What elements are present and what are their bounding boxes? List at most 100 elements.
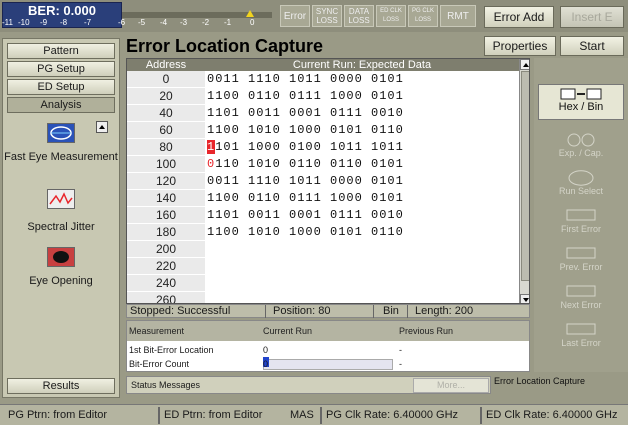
run-select-icon xyxy=(568,170,594,186)
result-label: Error Location Capture xyxy=(494,376,586,386)
ber-scale-tick: -2 xyxy=(202,18,210,27)
table-row: 80 1101 1000 0100 1011 1011 xyxy=(127,139,519,156)
top-status-bar: BER: 0.000 -11 -10 -9 -8 -7 -6 -5 -4 -3 … xyxy=(0,0,628,32)
ber-scale-tick: -6 xyxy=(118,18,126,27)
data-cell[interactable]: 0110 1010 0110 0110 0101 xyxy=(207,156,404,173)
data-cell[interactable]: 1100 0110 0111 1000 0101 xyxy=(207,190,404,207)
eye-opening-label: Eye Opening xyxy=(29,275,93,287)
data-bits: 101 1000 0100 1011 1011 xyxy=(215,140,404,154)
ber-scale-tick: -11 xyxy=(2,18,13,27)
data-cell[interactable]: 1100 1010 1000 0101 0110 xyxy=(207,224,404,241)
ber-value: BER: 0.000 xyxy=(28,3,96,18)
exp-cap-button[interactable]: Exp. / Cap. xyxy=(538,130,624,166)
measurement-current-value: 0 xyxy=(263,359,269,369)
pg-clock-rate: PG Clk Rate: 6.40000 GHz xyxy=(326,409,459,421)
next-error-button[interactable]: Next Error xyxy=(538,282,624,318)
ber-scale-tick: -5 xyxy=(138,18,146,27)
col-measurement: Measurement xyxy=(129,326,185,336)
column-header-current-run: Current Run: Expected Data xyxy=(292,59,432,71)
table-row: 260 xyxy=(127,292,519,303)
measurement-name: Bit-Error Count xyxy=(129,359,190,369)
address-cell: 220 xyxy=(127,258,205,275)
ber-level-marker xyxy=(246,10,254,17)
data-cell[interactable]: 0011 1110 1011 0000 0101 xyxy=(207,71,404,88)
prev-error-button[interactable]: Prev. Error xyxy=(538,244,624,280)
tab-ed-setup[interactable]: ED Setup xyxy=(7,79,115,95)
ed-clk-loss-indicator: ED CLK LOSS xyxy=(376,5,406,27)
table-row: 180 1100 1010 1000 0101 0110 xyxy=(127,224,519,241)
grid-scrollbar[interactable] xyxy=(519,59,529,303)
first-error-button[interactable]: First Error xyxy=(538,206,624,242)
column-header-address: Address xyxy=(145,59,187,71)
ber-scale-tick: -7 xyxy=(84,18,92,27)
position-value: Position: 80 xyxy=(273,305,331,317)
measurement-header: Measurement Current Run Previous Run xyxy=(127,321,529,341)
run-select-label: Run Select xyxy=(558,186,604,196)
table-row: 120 0011 1110 1011 0000 0101 xyxy=(127,173,519,190)
status-divider xyxy=(320,407,322,424)
collapse-button[interactable] xyxy=(96,121,108,133)
ber-scale-tick: 0 xyxy=(250,18,255,27)
address-cell: 140 xyxy=(127,190,205,207)
start-button[interactable]: Start xyxy=(560,36,624,56)
data-cell[interactable]: 1101 0011 0001 0111 0010 xyxy=(207,105,404,122)
status-divider xyxy=(158,407,160,424)
table-row: 20 1100 0110 0111 1000 0101 xyxy=(127,88,519,105)
ber-scale-tick: -9 xyxy=(40,18,48,27)
spectral-jitter-label: Spectral Jitter xyxy=(27,221,95,233)
data-cell[interactable]: 1101 0011 0001 0111 0010 xyxy=(207,207,404,224)
address-cell: 200 xyxy=(127,241,205,258)
insert-e-button[interactable]: Insert E xyxy=(560,6,624,28)
table-row: 60 1100 1010 1000 0101 0110 xyxy=(127,122,519,139)
spectral-jitter-icon xyxy=(47,189,75,209)
tab-analysis[interactable]: Analysis xyxy=(7,97,115,113)
data-cell[interactable]: 1101 1000 0100 1011 1011 xyxy=(207,139,404,156)
status-divider xyxy=(373,305,374,318)
tab-pg-setup[interactable]: PG Setup xyxy=(7,61,115,77)
first-error-icon xyxy=(566,209,596,221)
capture-status-row: Stopped: Successful Position: 80 Bin Len… xyxy=(126,304,530,318)
address-cell: 40 xyxy=(127,105,205,122)
error-add-button[interactable]: Error Add xyxy=(484,6,554,28)
col-previous-run: Previous Run xyxy=(399,326,454,336)
run-select-button[interactable]: Run Select xyxy=(538,168,624,204)
tab-pattern[interactable]: Pattern xyxy=(7,43,115,59)
prev-error-icon xyxy=(566,247,596,259)
rmt-indicator: RMT xyxy=(440,5,476,27)
error-bit: 0 xyxy=(207,157,216,171)
hex-bin-icon xyxy=(560,88,602,100)
scroll-down-button[interactable] xyxy=(520,294,529,303)
last-error-label: Last Error xyxy=(561,338,601,348)
more-button[interactable]: More... xyxy=(413,378,489,393)
ber-scale-tick: -1 xyxy=(224,18,232,27)
error-count-field[interactable] xyxy=(263,359,393,370)
pg-pattern-source: PG Ptrn: from Editor xyxy=(8,409,108,421)
table-row: 140 1100 0110 0111 1000 0101 xyxy=(127,190,519,207)
table-row: 220 xyxy=(127,258,519,275)
measurement-previous: - xyxy=(399,345,402,355)
page-title: Error Location Capture xyxy=(126,36,324,56)
address-cell: 80 xyxy=(127,139,205,156)
measurement-current: 0 xyxy=(263,345,269,355)
grid-header: Address Current Run: Expected Data xyxy=(127,59,529,71)
scroll-thumb[interactable] xyxy=(521,71,529,281)
table-row: 200 xyxy=(127,241,519,258)
scroll-up-button[interactable] xyxy=(520,59,529,70)
left-nav-panel: Pattern PG Setup ED Setup Analysis Fast … xyxy=(2,38,120,398)
address-cell: 180 xyxy=(127,224,205,241)
data-cell[interactable]: 0011 1110 1011 0000 0101 xyxy=(207,173,404,190)
format-value: Bin xyxy=(383,305,399,317)
last-error-button[interactable]: Last Error xyxy=(538,320,624,356)
pg-clk-loss-indicator: PG CLK LOSS xyxy=(408,5,438,27)
results-button[interactable]: Results xyxy=(7,378,115,394)
data-cell[interactable]: 1100 0110 0111 1000 0101 xyxy=(207,88,404,105)
next-error-icon xyxy=(566,285,596,297)
properties-button[interactable]: Properties xyxy=(484,36,556,56)
measurement-row-error-count: Bit-Error Count 0 - xyxy=(127,357,529,371)
data-cell[interactable]: 1100 1010 1000 0101 0110 xyxy=(207,122,404,139)
col-current-run: Current Run xyxy=(263,326,313,336)
bottom-status-bar: PG Ptrn: from Editor ED Ptrn: from Edito… xyxy=(0,404,628,425)
table-row: 40 1101 0011 0001 0111 0010 xyxy=(127,105,519,122)
exp-cap-label: Exp. / Cap. xyxy=(558,148,604,158)
hex-bin-button[interactable]: Hex / Bin xyxy=(538,84,624,120)
